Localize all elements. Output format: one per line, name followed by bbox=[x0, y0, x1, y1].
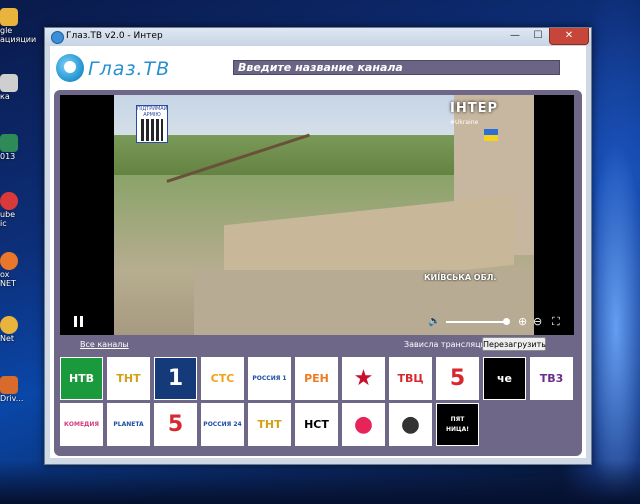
channel-tile[interactable]: ★ bbox=[342, 357, 385, 400]
channel-tile[interactable]: 5 bbox=[436, 357, 479, 400]
desktop-icon-label: ox NET bbox=[0, 270, 16, 288]
channel-tile[interactable]: ТНТ bbox=[248, 403, 291, 446]
app-client-area: Глаз.ТВ ПІДТРИМАЙ АРМІЮ ІНТЕР bbox=[50, 46, 586, 458]
channel-watermark: ІНТЕР bbox=[450, 101, 498, 116]
fullscreen-icon[interactable]: ⛶ bbox=[552, 315, 560, 329]
channel-tile[interactable]: ● bbox=[389, 403, 432, 446]
desktop-wallpaper-shade bbox=[0, 460, 640, 504]
pause-icon[interactable] bbox=[74, 316, 83, 327]
volume-slider-knob[interactable] bbox=[503, 318, 510, 325]
channel-logo: че bbox=[496, 371, 512, 385]
channel-logo: ТВ3 bbox=[539, 371, 564, 385]
desktop-icon-label: ка bbox=[0, 92, 10, 101]
channel-logo: РОССИЯ 1 bbox=[252, 374, 287, 382]
channel-tile[interactable]: СТС bbox=[201, 357, 244, 400]
player-controls: 🔈 ⊕ ⊖ ⛶ bbox=[60, 310, 574, 335]
channel-logo: ПЯТ НИЦА! bbox=[446, 415, 469, 433]
channel-tile[interactable]: ПЯТ НИЦА! bbox=[436, 403, 479, 446]
channel-logo: ТВЦ bbox=[397, 371, 424, 385]
desktop-icon-label: 013 bbox=[0, 152, 16, 161]
desktop-icon-4[interactable]: ube ic bbox=[0, 192, 40, 228]
channel-tile[interactable]: КОМЕДИЯ bbox=[60, 403, 103, 446]
channel-tile[interactable]: НСТ bbox=[295, 403, 338, 446]
channel-logo: СТС bbox=[210, 371, 235, 385]
desktop-icon-5[interactable]: ox NET bbox=[0, 252, 40, 288]
desktop-icon-6[interactable]: Net bbox=[0, 316, 40, 343]
channel-tile[interactable]: 5 bbox=[154, 403, 197, 446]
window-title: Глаз.ТВ v2.0 - Интер bbox=[66, 31, 163, 41]
desktop-icon-label: Driv... bbox=[0, 394, 24, 403]
qr-code-overlay: ПІДТРИМАЙ АРМІЮ bbox=[136, 105, 168, 143]
zoom-out-icon[interactable]: ⊖ bbox=[533, 315, 542, 328]
ukraine-flag-icon bbox=[484, 129, 498, 141]
channel-logo: 5 bbox=[167, 411, 184, 437]
desktop-icon-2[interactable]: ка bbox=[0, 74, 40, 101]
channel-tile[interactable]: НТВ bbox=[60, 357, 103, 400]
channel-tile[interactable]: ● bbox=[342, 403, 385, 446]
desktop-app-icon bbox=[0, 134, 18, 152]
channel-logo: ★ bbox=[353, 365, 374, 391]
desktop-icon-label: Net bbox=[0, 334, 15, 343]
desktop-app-icon bbox=[0, 376, 18, 394]
minimize-button[interactable]: — bbox=[503, 28, 527, 44]
desktop-app-icon bbox=[0, 8, 18, 26]
channel-logo: ТНТ bbox=[116, 371, 141, 385]
channel-tile[interactable]: ТВЦ bbox=[389, 357, 432, 400]
links-row: Все каналы Зависла трансляция? Перезагру… bbox=[54, 337, 582, 354]
channel-logo: НТВ bbox=[68, 371, 95, 385]
channel-tile[interactable]: 1 bbox=[154, 357, 197, 400]
desktop-icon-label: gle ацияции bbox=[0, 26, 37, 44]
channel-tile[interactable]: ТВ3 bbox=[530, 357, 573, 400]
reload-button[interactable]: Перезагрузить bbox=[482, 337, 546, 351]
channel-logo: PLANETA bbox=[113, 420, 144, 428]
channel-tile[interactable]: РОССИЯ 24 bbox=[201, 403, 244, 446]
app-logo[interactable]: Глаз.ТВ bbox=[56, 54, 176, 84]
app-icon bbox=[51, 31, 64, 44]
channel-search-input[interactable] bbox=[233, 60, 560, 75]
channel-logo: 5 bbox=[449, 365, 466, 391]
desktop-app-icon bbox=[0, 316, 18, 334]
channel-logo: РЕН bbox=[304, 371, 329, 385]
all-channels-link[interactable]: Все каналы bbox=[80, 340, 129, 349]
qr-code-icon bbox=[141, 119, 163, 141]
video-frame: ПІДТРИМАЙ АРМІЮ ІНТЕР #Ukraine КИЇВСЬКА … bbox=[114, 95, 534, 335]
eye-pupil bbox=[64, 61, 76, 73]
eye-logo-icon bbox=[56, 54, 84, 82]
desktop-app-icon bbox=[0, 252, 18, 270]
desktop-icon-7[interactable]: Driv... bbox=[0, 376, 40, 403]
desktop-app-icon bbox=[0, 74, 18, 92]
desktop-app-icon bbox=[0, 192, 18, 210]
desktop-icon-label: ube ic bbox=[0, 210, 16, 228]
channel-logo: НСТ bbox=[304, 417, 329, 431]
main-panel: ПІДТРИМАЙ АРМІЮ ІНТЕР #Ukraine КИЇВСЬКА … bbox=[54, 90, 582, 456]
qr-label: ПІДТРИМАЙ АРМІЮ bbox=[137, 106, 168, 118]
video-player[interactable]: ПІДТРИМАЙ АРМІЮ ІНТЕР #Ukraine КИЇВСЬКА … bbox=[60, 95, 574, 335]
maximize-button[interactable]: ☐ bbox=[527, 28, 549, 44]
channel-logo: РОССИЯ 24 bbox=[203, 420, 242, 428]
location-caption: КИЇВСЬКА ОБЛ. bbox=[424, 273, 497, 282]
channel-hashtag: #Ukraine bbox=[450, 119, 479, 126]
channel-logo: 1 bbox=[167, 365, 184, 391]
zoom-in-icon[interactable]: ⊕ bbox=[518, 315, 527, 328]
close-button[interactable]: ✕ bbox=[549, 28, 589, 45]
desktop-icon-1[interactable]: gle ацияции bbox=[0, 8, 40, 44]
channel-logo: ● bbox=[353, 411, 374, 437]
channel-logo: ● bbox=[400, 411, 421, 437]
title-bar[interactable]: Глаз.ТВ v2.0 - Интер — ☐ ✕ bbox=[45, 28, 591, 46]
channel-tile[interactable]: PLANETA bbox=[107, 403, 150, 446]
volume-icon[interactable]: 🔈 bbox=[428, 316, 440, 327]
channel-logo: ТНТ bbox=[257, 417, 282, 431]
channel-tile[interactable]: че bbox=[483, 357, 526, 400]
desktop-icon-3[interactable]: 013 bbox=[0, 134, 40, 161]
logo-text: Глаз.ТВ bbox=[88, 58, 171, 80]
channel-tile[interactable]: ТНТ bbox=[107, 357, 150, 400]
volume-slider[interactable] bbox=[446, 318, 510, 325]
channel-tile[interactable]: РОССИЯ 1 bbox=[248, 357, 291, 400]
app-window: Глаз.ТВ v2.0 - Интер — ☐ ✕ Глаз.ТВ Введи… bbox=[44, 27, 592, 465]
channel-tile[interactable]: РЕН bbox=[295, 357, 338, 400]
channel-logo: КОМЕДИЯ bbox=[63, 420, 100, 428]
